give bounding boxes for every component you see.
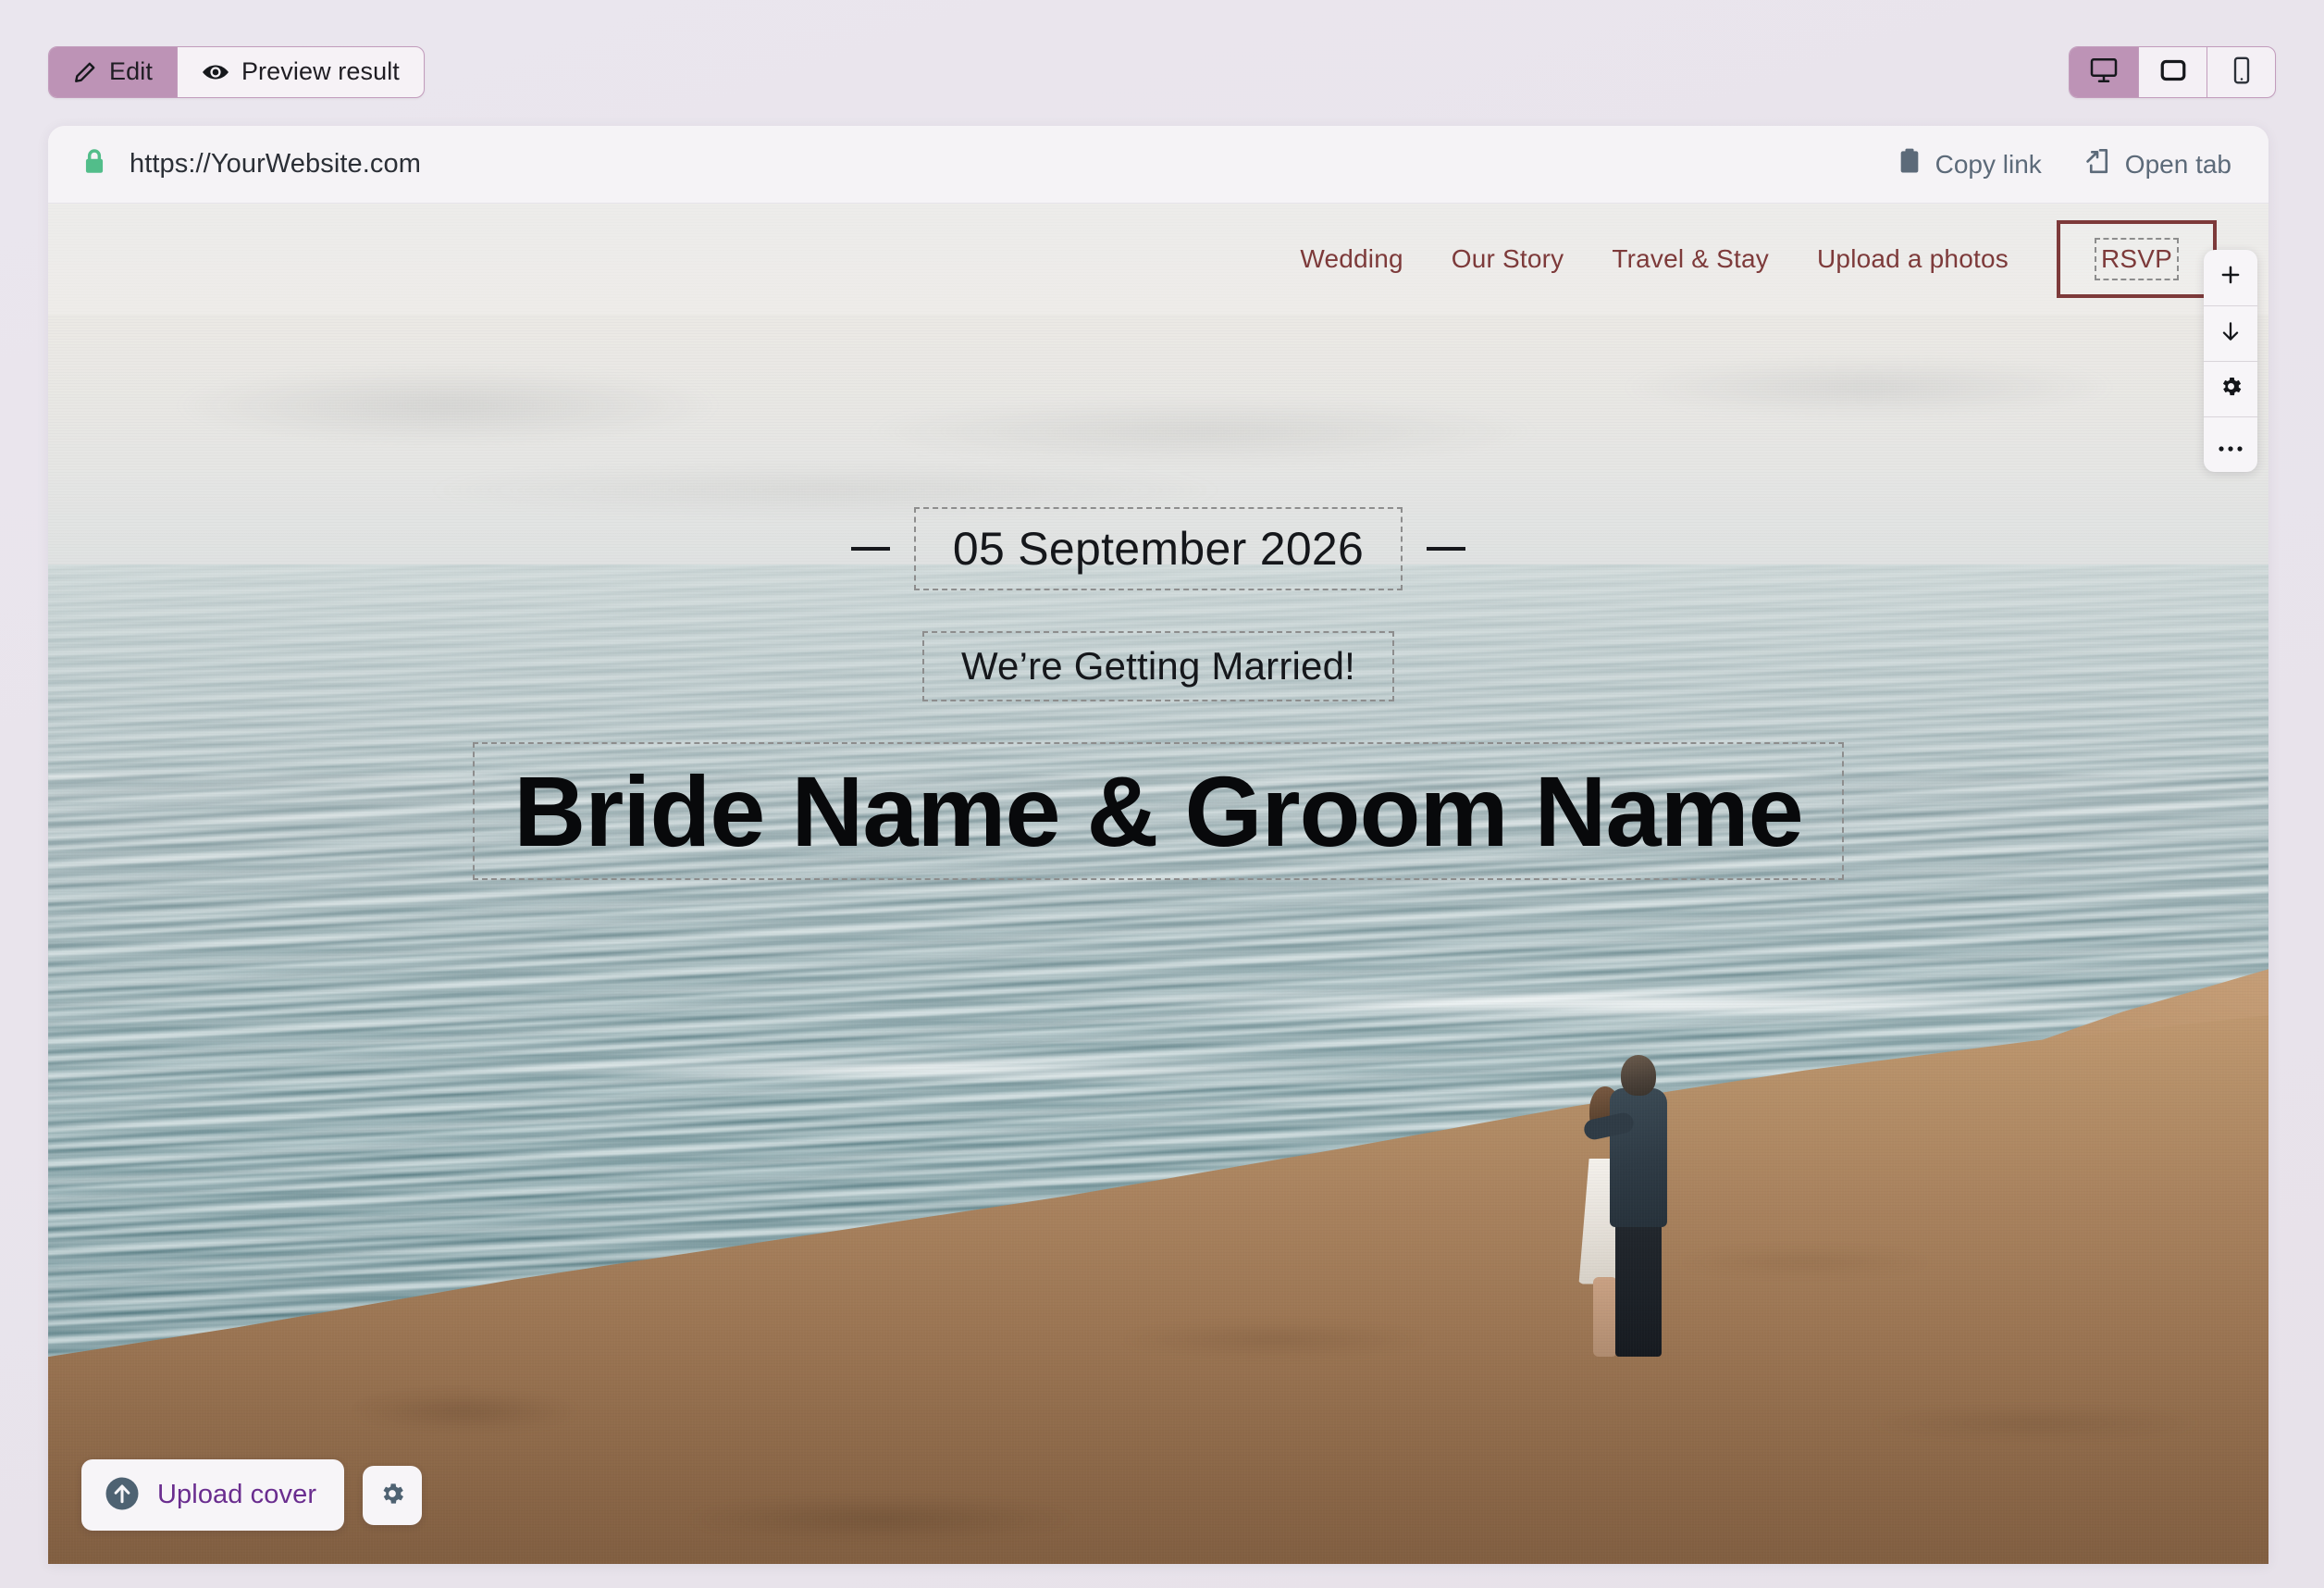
- hero-title-text[interactable]: Bride Name & Groom Name: [513, 755, 1802, 867]
- plus-icon: [2219, 263, 2243, 292]
- move-section-down-button[interactable]: [2204, 305, 2257, 361]
- section-toolbar: [2204, 250, 2257, 472]
- preview-mode-label: Preview result: [241, 57, 400, 86]
- device-toggle-group: [2069, 46, 2276, 98]
- copy-link-label: Copy link: [1935, 150, 2042, 180]
- dash-right-icon: [1427, 547, 1465, 551]
- gear-icon: [378, 1480, 406, 1510]
- section-settings-button[interactable]: [2204, 361, 2257, 416]
- upload-cover-label: Upload cover: [157, 1480, 316, 1510]
- editor-top-bar: Edit Preview result: [0, 0, 2324, 143]
- open-tab-label: Open tab: [2125, 150, 2231, 180]
- url-left-group: https://YourWebsite.com: [81, 147, 421, 181]
- mode-toggle-group: Edit Preview result: [48, 46, 425, 98]
- browser-url-bar: https://YourWebsite.com Copy link: [48, 126, 2268, 204]
- browser-preview-frame: https://YourWebsite.com Copy link: [48, 126, 2268, 1564]
- open-tab-button[interactable]: Open tab: [2084, 147, 2231, 181]
- hero-title-block[interactable]: Bride Name & Groom Name: [473, 742, 1843, 880]
- upload-cover-button[interactable]: Upload cover: [81, 1459, 344, 1531]
- hero-subtitle-block[interactable]: We’re Getting Married!: [922, 631, 1394, 701]
- clipboard-icon: [1898, 147, 1921, 181]
- external-link-icon: [2084, 147, 2110, 181]
- device-tablet-button[interactable]: [2138, 47, 2207, 97]
- url-text[interactable]: https://YourWebsite.com: [130, 149, 421, 180]
- upload-circle-icon: [104, 1475, 141, 1515]
- preview-mode-button[interactable]: Preview result: [177, 47, 424, 97]
- tablet-icon: [2159, 58, 2187, 85]
- device-mobile-button[interactable]: [2207, 47, 2275, 97]
- ellipsis-icon: [2218, 431, 2244, 459]
- hero-date-text[interactable]: 05 September 2026: [953, 523, 1364, 575]
- copy-link-button[interactable]: Copy link: [1898, 147, 2042, 181]
- hero-content: 05 September 2026 We’re Getting Married!…: [48, 204, 2268, 1564]
- edit-mode-button[interactable]: Edit: [49, 47, 177, 97]
- pencil-icon: [73, 60, 97, 84]
- device-desktop-button[interactable]: [2070, 47, 2138, 97]
- secure-lock-icon: [81, 147, 107, 181]
- hero-date-block[interactable]: 05 September 2026: [914, 507, 1403, 590]
- cover-controls: Upload cover: [81, 1459, 422, 1531]
- desktop-monitor-icon: [2090, 57, 2118, 86]
- arrow-down-icon: [2219, 319, 2243, 349]
- gear-icon: [2219, 374, 2244, 404]
- mobile-phone-icon: [2232, 56, 2251, 87]
- add-section-button[interactable]: [2204, 250, 2257, 305]
- website-canvas: Wedding Our Story Travel & Stay Upload a…: [48, 204, 2268, 1564]
- url-actions-group: Copy link Open tab: [1898, 147, 2231, 181]
- hero-date-row: 05 September 2026: [851, 507, 1465, 590]
- hero-subtitle-text[interactable]: We’re Getting Married!: [961, 644, 1355, 688]
- more-options-button[interactable]: [2204, 416, 2257, 472]
- edit-mode-label: Edit: [109, 57, 153, 86]
- cover-settings-button[interactable]: [363, 1466, 422, 1525]
- dash-left-icon: [851, 547, 890, 551]
- eye-icon: [202, 62, 229, 82]
